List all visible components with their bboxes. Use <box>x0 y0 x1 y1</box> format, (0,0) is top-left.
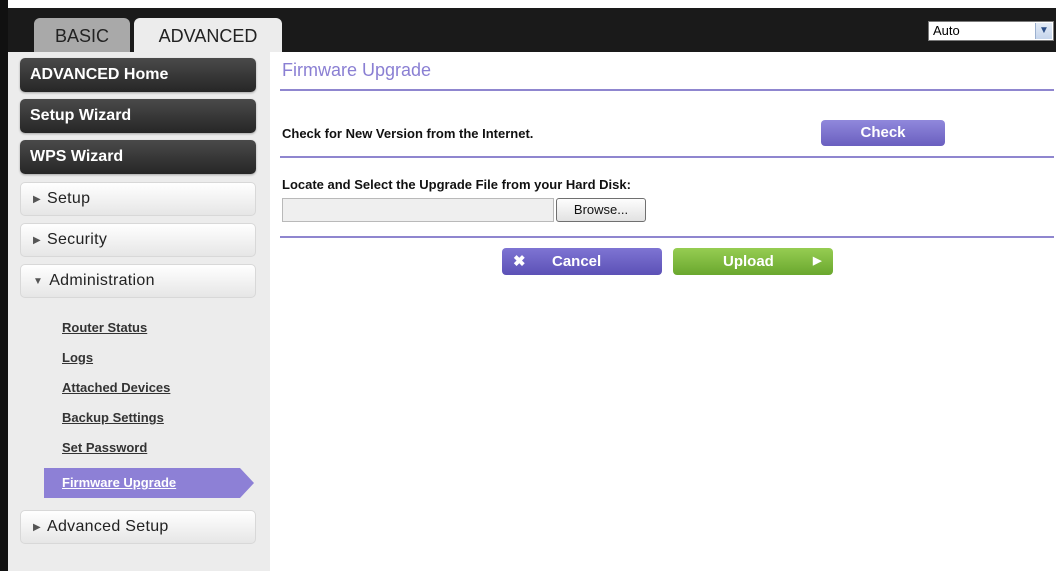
triangle-right-icon: ▶ <box>33 522 41 533</box>
tab-advanced[interactable]: ADVANCED <box>134 18 282 52</box>
sidebar-subitem-set-password[interactable]: Set Password <box>62 440 147 455</box>
sidebar-item-security[interactable]: ▶ Security <box>20 223 256 257</box>
close-icon: ✖ <box>513 253 526 270</box>
sidebar-subitem-backup-settings[interactable]: Backup Settings <box>62 410 164 425</box>
cancel-button[interactable]: ✖ Cancel <box>502 248 662 275</box>
sidebar-item-setup-wizard[interactable]: Setup Wizard <box>20 99 256 133</box>
sidebar-item-label: Advanced Setup <box>47 518 169 535</box>
chevron-down-icon[interactable]: ▼ <box>1035 23 1052 39</box>
tab-basic[interactable]: BASIC <box>34 18 130 52</box>
language-select-value: Auto <box>933 23 960 38</box>
sidebar-subitem-firmware-upgrade[interactable]: Firmware Upgrade <box>44 468 254 498</box>
browse-button[interactable]: Browse... <box>556 198 646 222</box>
sidebar-subitem-attached-devices[interactable]: Attached Devices <box>62 380 170 395</box>
divider <box>280 89 1054 91</box>
sidebar-subitem-router-status[interactable]: Router Status <box>62 320 147 335</box>
check-version-label: Check for New Version from the Internet. <box>282 126 534 141</box>
top-nav-bar: BASIC ADVANCED Auto ▼ <box>8 8 1056 52</box>
triangle-right-icon: ▶ <box>33 235 41 246</box>
triangle-right-icon: ▶ <box>33 194 41 205</box>
sidebar-item-advanced-setup[interactable]: ▶ Advanced Setup <box>20 510 256 544</box>
sidebar-item-wps-wizard[interactable]: WPS Wizard <box>20 140 256 174</box>
file-path-input[interactable] <box>282 198 554 222</box>
sidebar-item-label: Setup <box>47 190 91 207</box>
divider <box>280 156 1054 158</box>
language-select[interactable]: Auto ▼ <box>928 21 1054 41</box>
sidebar-item-label: Security <box>47 231 108 248</box>
divider <box>280 236 1054 238</box>
window-border <box>0 0 8 571</box>
sidebar-item-setup[interactable]: ▶ Setup <box>20 182 256 216</box>
page-title: Firmware Upgrade <box>282 60 432 80</box>
triangle-down-icon: ▼ <box>33 276 44 287</box>
locate-file-label: Locate and Select the Upgrade File from … <box>282 177 631 192</box>
upload-button[interactable]: Upload ▶ <box>673 248 833 275</box>
check-button[interactable]: Check <box>821 120 945 146</box>
upload-button-label: Upload <box>723 253 774 270</box>
sidebar-item-administration[interactable]: ▼ Administration <box>20 264 256 298</box>
sidebar-item-advanced-home[interactable]: ADVANCED Home <box>20 58 256 92</box>
cancel-button-label: Cancel <box>552 253 602 270</box>
arrow-right-icon: ▶ <box>813 255 822 267</box>
sidebar-item-label: Administration <box>49 272 155 289</box>
sidebar-subitem-label: Firmware Upgrade <box>62 475 177 490</box>
sidebar-subitem-logs[interactable]: Logs <box>62 350 93 365</box>
